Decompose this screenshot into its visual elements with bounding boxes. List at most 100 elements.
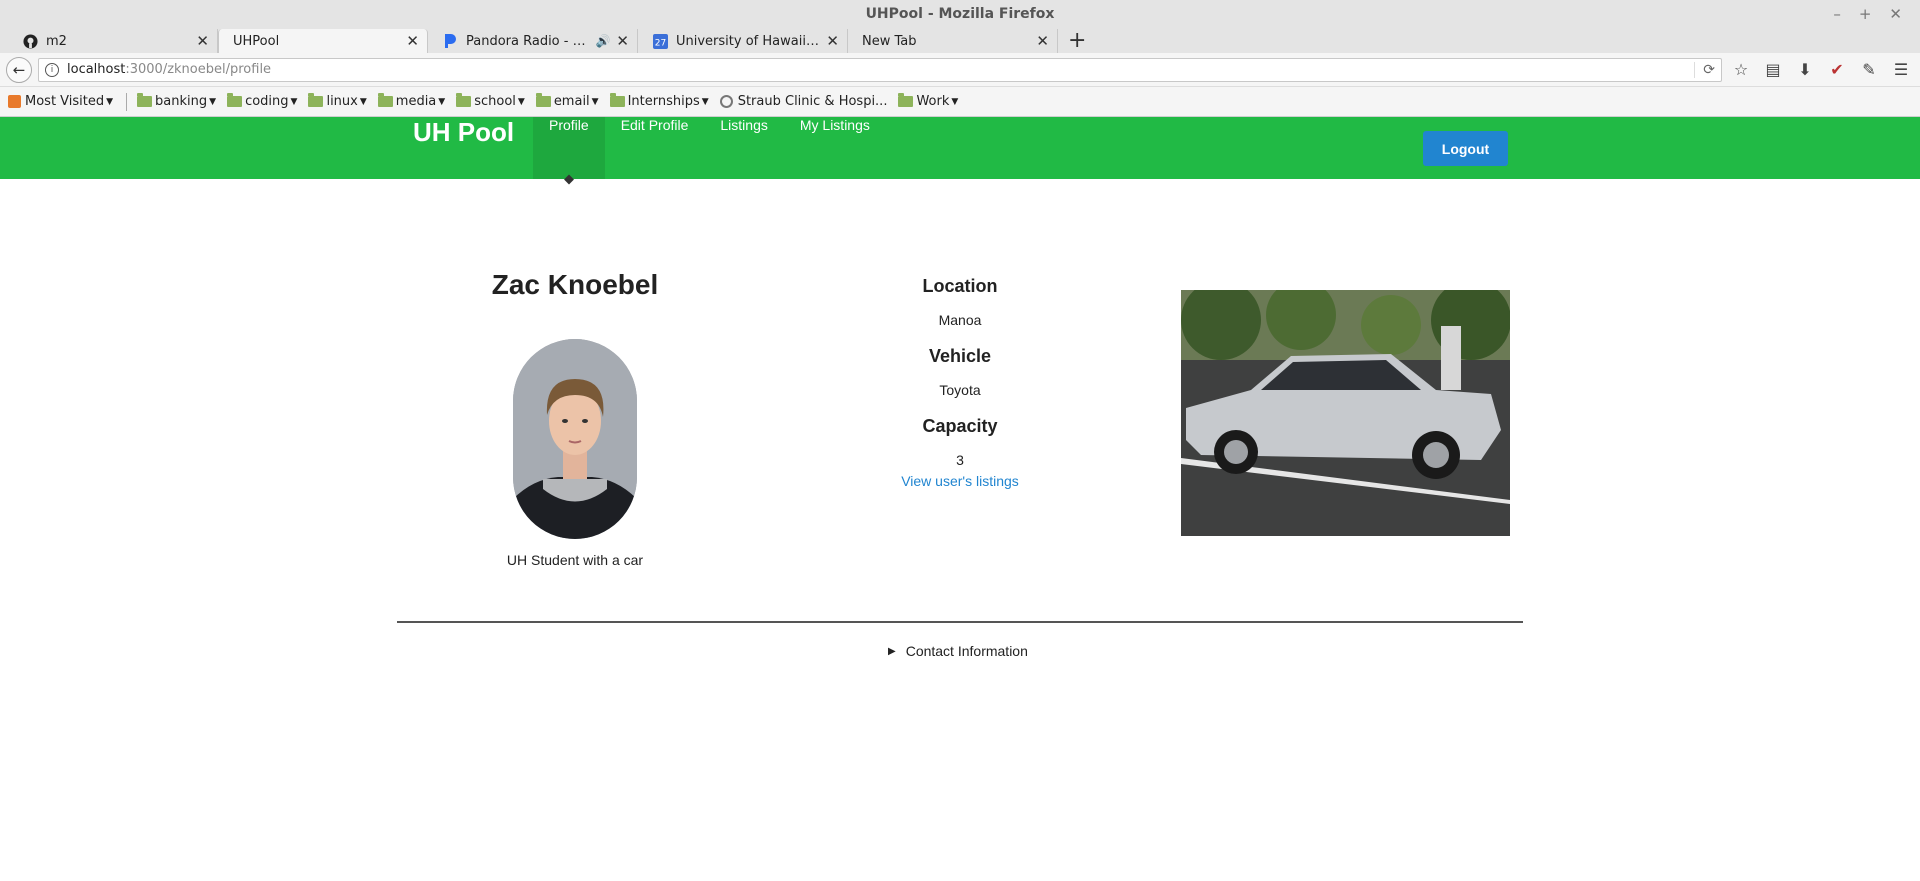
folder-icon: [227, 93, 243, 107]
bookmark-star-icon[interactable]: ☆: [1728, 60, 1754, 79]
calendar-badge: 27: [654, 38, 665, 48]
folder-icon: [137, 93, 153, 107]
site-menu: Profile Edit Profile Listings My Listing…: [533, 117, 886, 179]
bookmark-label: media: [395, 94, 437, 109]
window-controls: – + ✕: [1833, 0, 1902, 29]
speaker-icon[interactable]: 🔊: [595, 34, 610, 48]
bookmarks-bar: Most Visited ▼ banking ▼ coding ▼ linux ▼ m…: [0, 87, 1920, 117]
site-brand[interactable]: UH Pool: [413, 117, 514, 179]
bookmark-label: banking: [155, 94, 208, 109]
extension-icon[interactable]: ✔: [1824, 60, 1850, 79]
contact-label: Contact Information: [905, 643, 1028, 659]
tab-pandora[interactable]: Pandora Radio - Liste... 🔊 ✕: [428, 29, 638, 53]
site-navbar: UH Pool Profile Edit Profile Listings My…: [0, 117, 1920, 179]
bookmark-folder-banking[interactable]: banking ▼: [137, 93, 217, 109]
bookmark-most-visited[interactable]: Most Visited ▼: [8, 94, 113, 109]
bookmark-folder-email[interactable]: email ▼: [535, 93, 599, 109]
tab-title: m2: [46, 33, 67, 49]
bookmark-label: Internships: [627, 94, 700, 109]
tab-title: New Tab: [862, 33, 917, 49]
close-tab-icon[interactable]: ✕: [826, 32, 839, 50]
url-host: localhost: [67, 62, 126, 77]
downloads-icon[interactable]: ⬇: [1792, 60, 1818, 79]
nav-profile[interactable]: Profile: [533, 117, 605, 179]
close-tab-icon[interactable]: ✕: [616, 32, 629, 50]
reload-icon[interactable]: ⟳: [1694, 61, 1715, 78]
bookmark-folder-internships[interactable]: Internships ▼: [609, 93, 709, 109]
eyedropper-icon[interactable]: ✎: [1856, 60, 1882, 79]
tab-title: University of Hawaii - Cal...: [676, 33, 820, 49]
bookmark-folder-coding[interactable]: coding ▼: [227, 93, 298, 109]
capacity-value: 3: [956, 452, 964, 468]
bookmark-separator: [126, 92, 128, 111]
maximize-icon[interactable]: +: [1859, 0, 1872, 29]
close-tab-icon[interactable]: ✕: [196, 32, 209, 50]
bookmark-label: coding: [245, 94, 289, 109]
chevron-down-icon: ▼: [701, 96, 709, 107]
browser-navbar: ← i localhost:3000/zknoebel/profile ⟳ ☆ …: [0, 53, 1920, 87]
window-titlebar: UHPool - Mozilla Firefox – + ✕: [0, 0, 1920, 29]
folder-icon: [456, 93, 472, 107]
tab-newtab[interactable]: New Tab ✕: [848, 29, 1058, 53]
bookmark-label: linux: [326, 94, 358, 109]
vehicle-value: Toyota: [939, 382, 981, 398]
folder-icon: [308, 93, 324, 107]
close-window-icon[interactable]: ✕: [1889, 0, 1902, 29]
chevron-down-icon: ▼: [209, 96, 217, 107]
profile-bio: UH Student with a car: [506, 552, 644, 568]
capacity-label: Capacity: [922, 416, 998, 436]
close-tab-icon[interactable]: ✕: [1036, 32, 1049, 50]
folder-icon: [898, 93, 914, 107]
bookmark-folder-media[interactable]: media ▼: [377, 93, 446, 109]
tab-calendar[interactable]: 27 University of Hawaii - Cal... ✕: [638, 29, 848, 53]
bookmark-label: school: [474, 94, 516, 109]
vehicle-photo: [1181, 290, 1510, 536]
hamburger-menu-icon[interactable]: ☰: [1888, 60, 1914, 79]
profile-name: Zac Knoebel: [491, 269, 659, 300]
bookmark-label: Most Visited: [25, 94, 105, 109]
contact-accordion[interactable]: ▶ Contact Information: [888, 643, 1028, 659]
tab-title: UHPool: [233, 33, 280, 49]
logout-button[interactable]: Logout: [1423, 131, 1508, 166]
chevron-down-icon: ▼: [517, 96, 525, 107]
bookmark-label: email: [553, 94, 590, 109]
github-icon: [22, 33, 38, 49]
folder-icon: [377, 93, 393, 107]
vehicle-label: Vehicle: [928, 346, 992, 366]
chevron-down-icon: ▼: [359, 96, 367, 107]
bookmark-straub[interactable]: Straub Clinic & Hospi...: [719, 94, 888, 109]
view-listings-link[interactable]: View user's listings: [810, 473, 1110, 489]
url-bar[interactable]: i localhost:3000/zknoebel/profile ⟳: [38, 57, 1722, 82]
pandora-icon: [442, 33, 458, 49]
profile-content: Zac Knoebel UH Student with a car Locati…: [0, 179, 1920, 872]
nav-edit-profile[interactable]: Edit Profile: [605, 117, 705, 179]
nav-my-listings[interactable]: My Listings: [784, 117, 886, 179]
bookmark-folder-school[interactable]: school ▼: [456, 93, 525, 109]
chevron-down-icon: ▼: [290, 96, 298, 107]
profile-avatar: [513, 339, 637, 539]
bookmark-folder-linux[interactable]: linux ▼: [308, 93, 367, 109]
reading-list-icon[interactable]: ▤: [1760, 60, 1786, 79]
nav-listings[interactable]: Listings: [704, 117, 783, 179]
tab-title: Pandora Radio - Liste...: [466, 33, 591, 49]
minimize-icon[interactable]: –: [1833, 0, 1841, 29]
globe-icon: [719, 95, 733, 108]
profile-info: Location Manoa Vehicle Toyota Capacity 3…: [810, 276, 1110, 489]
bookmark-label: Straub Clinic & Hospi...: [737, 94, 888, 109]
site-info-icon[interactable]: i: [45, 62, 59, 77]
tab-strip: m2 ✕ UHPool ✕ Pandora Radio - Liste... 🔊…: [0, 29, 1920, 53]
chevron-down-icon: ▼: [106, 96, 114, 107]
back-button[interactable]: ←: [6, 56, 32, 83]
location-value: Manoa: [938, 312, 982, 328]
url-path: :3000/zknoebel/profile: [125, 62, 272, 77]
new-tab-button[interactable]: +: [1058, 29, 1096, 53]
chevron-down-icon: ▼: [951, 96, 959, 107]
calendar-icon: 27: [652, 33, 668, 49]
tab-m2[interactable]: m2 ✕: [8, 29, 218, 53]
bookmark-folder-work[interactable]: Work ▼: [898, 93, 959, 109]
chevron-down-icon: ▼: [591, 96, 599, 107]
tab-uhpool[interactable]: UHPool ✕: [218, 29, 428, 53]
folder-icon: [609, 93, 625, 107]
chevron-down-icon: ▼: [438, 96, 446, 107]
close-tab-icon[interactable]: ✕: [406, 32, 419, 50]
